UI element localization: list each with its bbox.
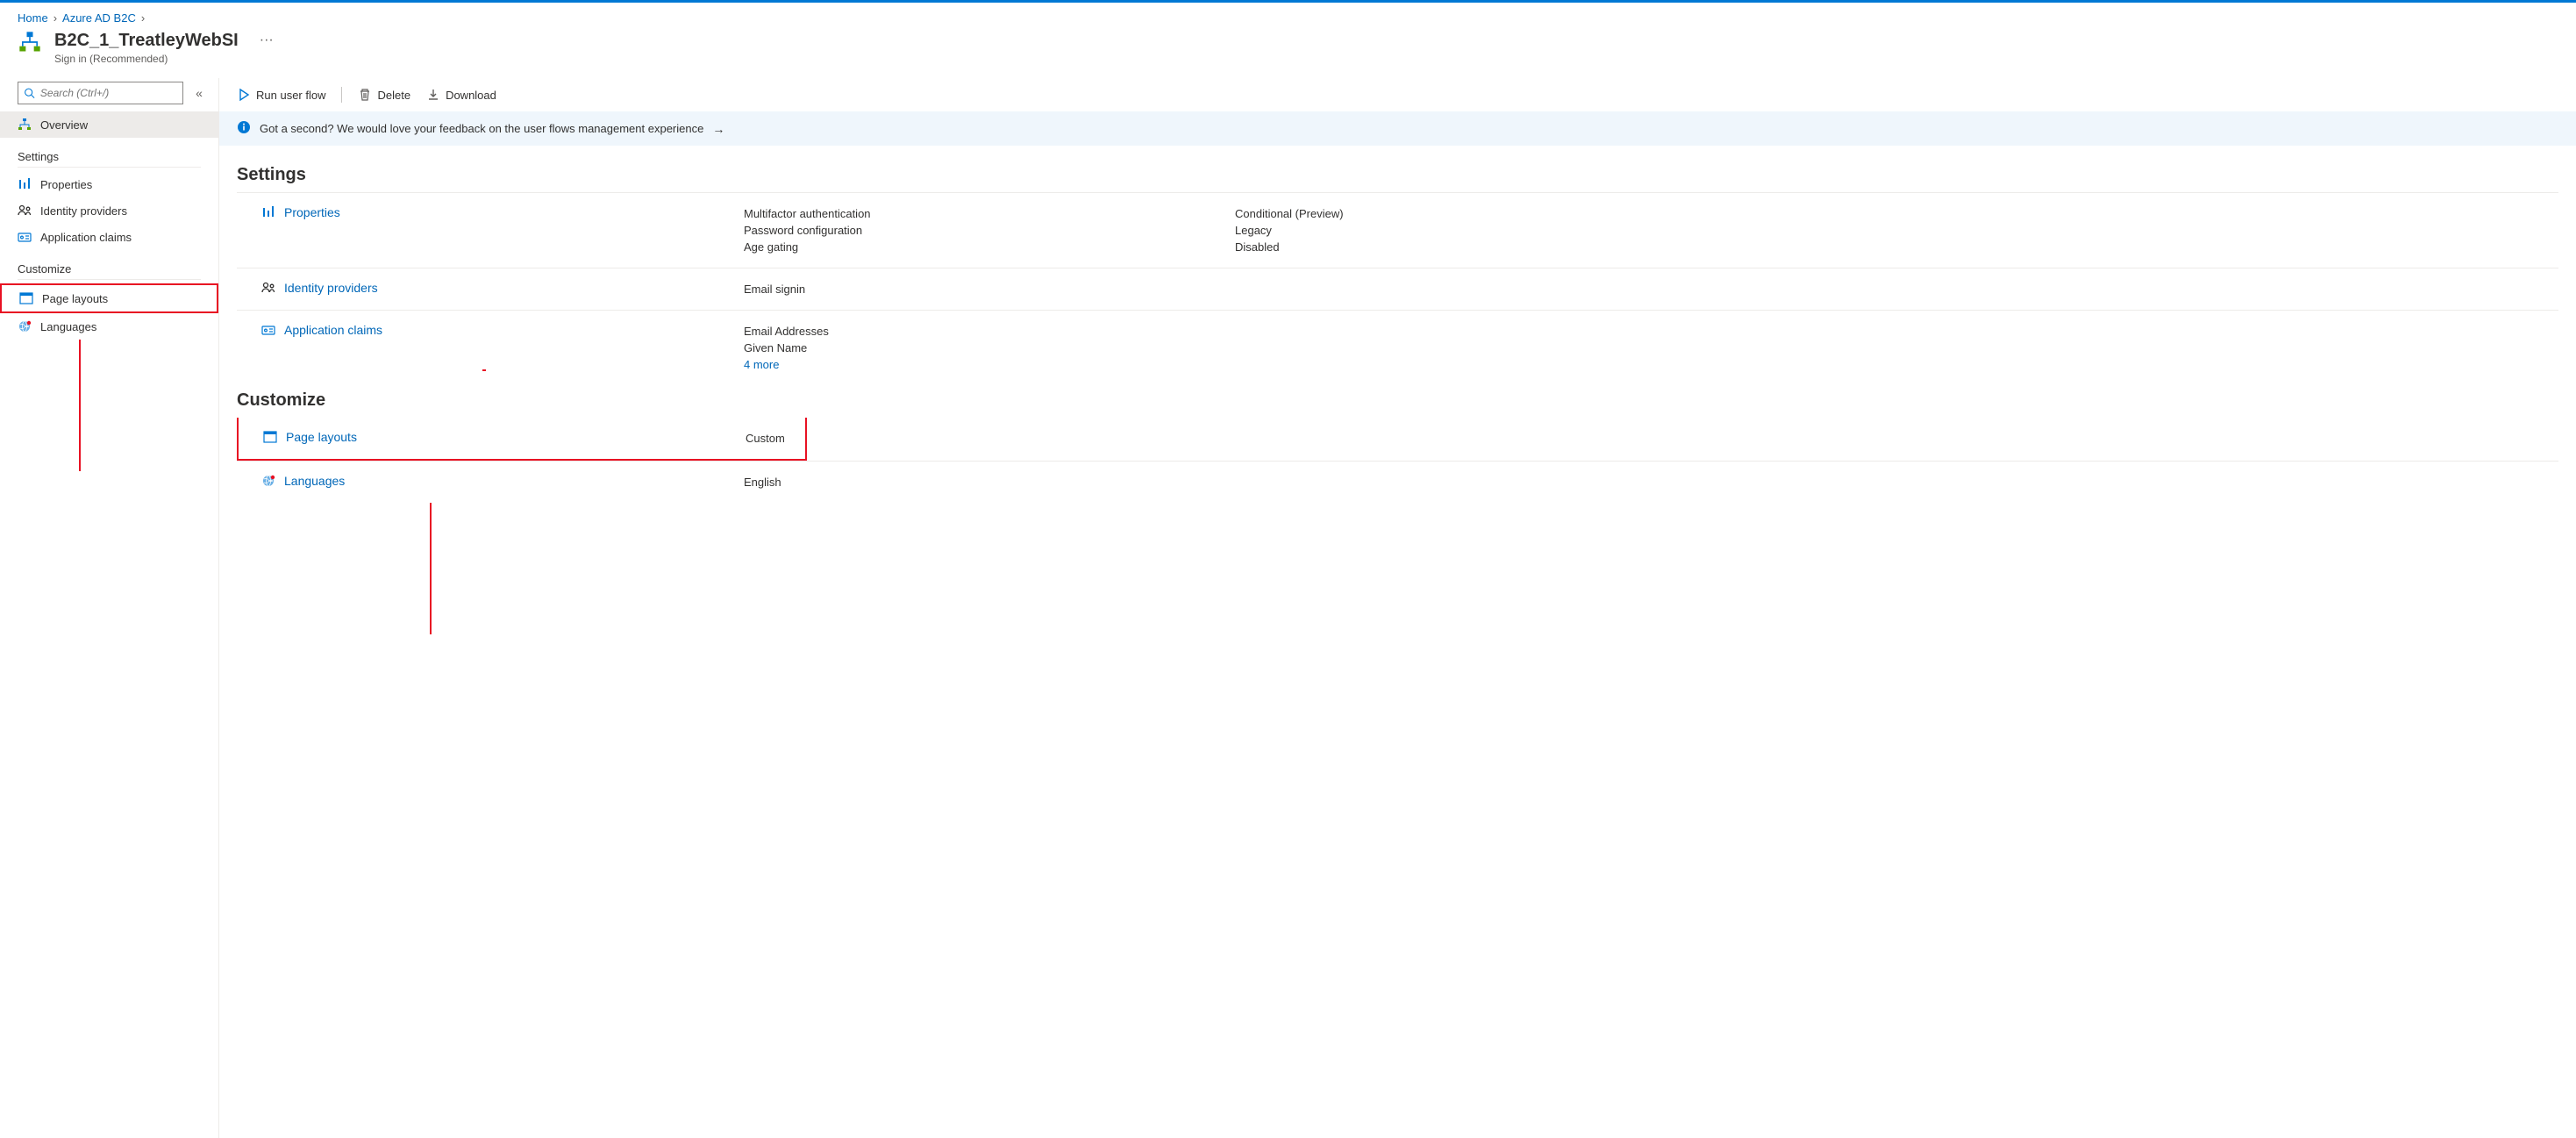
row-application-claims: Application claims Email Addresses Given… (237, 310, 2558, 385)
row-value: Conditional (Preview) (1235, 205, 2558, 222)
row-value: Age gating (744, 239, 1235, 255)
main-content: Run user flow Delete Download (219, 78, 2576, 1138)
chevron-right-icon: › (54, 11, 57, 25)
chevron-right-icon: › (141, 11, 145, 25)
globe-icon (261, 474, 275, 488)
download-button[interactable]: Download (426, 88, 496, 102)
identity-icon (261, 281, 275, 295)
row-value: Email signin (744, 281, 1235, 297)
row-value: Multifactor authentication (744, 205, 1235, 222)
toolbar-label: Run user flow (256, 89, 325, 102)
row-languages: Languages English (237, 461, 2558, 503)
breadcrumb-home[interactable]: Home (18, 11, 48, 25)
search-box[interactable] (18, 82, 183, 104)
sidebar-item-languages[interactable]: Languages (0, 313, 218, 340)
row-identity-providers: Identity providers Email signin (237, 268, 2558, 310)
row-value: English (744, 474, 1235, 490)
sidebar-group-customize: Customize (18, 250, 201, 280)
sidebar-item-page-layouts[interactable]: Page layouts (0, 283, 218, 313)
run-user-flow-button[interactable]: Run user flow (237, 88, 325, 102)
row-page-layouts: Page layouts Custom (237, 418, 807, 461)
claims-icon (261, 323, 275, 337)
download-icon (426, 88, 440, 102)
trash-icon (358, 88, 372, 102)
overview-icon (18, 118, 32, 132)
page-subtitle: Sign in (Recommended) (54, 53, 239, 65)
play-icon (237, 88, 251, 102)
toolbar-label: Download (446, 89, 496, 102)
sidebar-item-label: Languages (40, 320, 96, 333)
delete-button[interactable]: Delete (358, 88, 410, 102)
annotation-dot (482, 369, 486, 371)
sidebar-item-application-claims[interactable]: Application claims (0, 224, 218, 250)
arrow-right-icon: → (712, 122, 724, 136)
languages-link[interactable]: Languages (284, 474, 345, 488)
toolbar-label: Delete (377, 89, 410, 102)
row-value: Email Addresses (744, 323, 1235, 340)
sidebar-item-label: Identity providers (40, 204, 127, 218)
resource-icon (18, 30, 42, 57)
sidebar-item-label: Application claims (40, 231, 132, 244)
toolbar: Run user flow Delete Download (219, 78, 2576, 111)
collapse-sidebar-button[interactable]: « (190, 86, 208, 100)
layout-icon (19, 291, 33, 305)
row-value: Legacy (1235, 222, 2558, 239)
page-header: B2C_1_TreatleyWebSI Sign in (Recommended… (0, 28, 2576, 77)
sidebar-item-properties[interactable]: Properties (0, 171, 218, 197)
banner-text: Got a second? We would love your feedbac… (260, 122, 703, 135)
sidebar-item-overview[interactable]: Overview (0, 111, 218, 138)
identity-icon (18, 204, 32, 218)
sidebar-item-label: Properties (40, 178, 92, 191)
sidebar-item-label: Page layouts (42, 292, 108, 305)
search-icon (24, 87, 35, 99)
breadcrumb: Home › Azure AD B2C › (0, 3, 2576, 28)
row-value: Password configuration (744, 222, 1235, 239)
toolbar-separator (341, 87, 342, 103)
application-claims-link[interactable]: Application claims (284, 323, 382, 337)
layout-icon (263, 430, 277, 444)
claims-icon (18, 230, 32, 244)
page-layouts-link[interactable]: Page layouts (286, 430, 357, 444)
sidebar-item-label: Overview (40, 118, 88, 132)
annotation-line (430, 503, 432, 634)
page-title: B2C_1_TreatleyWebSI (54, 30, 239, 51)
identity-providers-link[interactable]: Identity providers (284, 281, 378, 295)
section-settings: Settings (237, 165, 2558, 185)
row-value: Disabled (1235, 239, 2558, 255)
sidebar-item-identity-providers[interactable]: Identity providers (0, 197, 218, 224)
row-value: Custom (746, 430, 785, 447)
info-icon (237, 120, 251, 137)
properties-link[interactable]: Properties (284, 205, 340, 219)
search-input[interactable] (35, 87, 177, 99)
globe-icon (18, 319, 32, 333)
properties-icon (18, 177, 32, 191)
annotation-line (79, 340, 81, 471)
sidebar-group-settings: Settings (18, 138, 201, 168)
breadcrumb-b2c[interactable]: Azure AD B2C (62, 11, 136, 25)
more-button[interactable]: ··· (254, 30, 279, 51)
sidebar: « Overview Settings Properties Identi (0, 78, 219, 1138)
row-value: Given Name (744, 340, 1235, 356)
properties-icon (261, 205, 275, 219)
feedback-banner[interactable]: Got a second? We would love your feedbac… (219, 111, 2576, 146)
section-customize: Customize (237, 390, 2558, 411)
more-link[interactable]: 4 more (744, 356, 1235, 373)
row-properties: Properties Multifactor authentication Pa… (237, 192, 2558, 268)
